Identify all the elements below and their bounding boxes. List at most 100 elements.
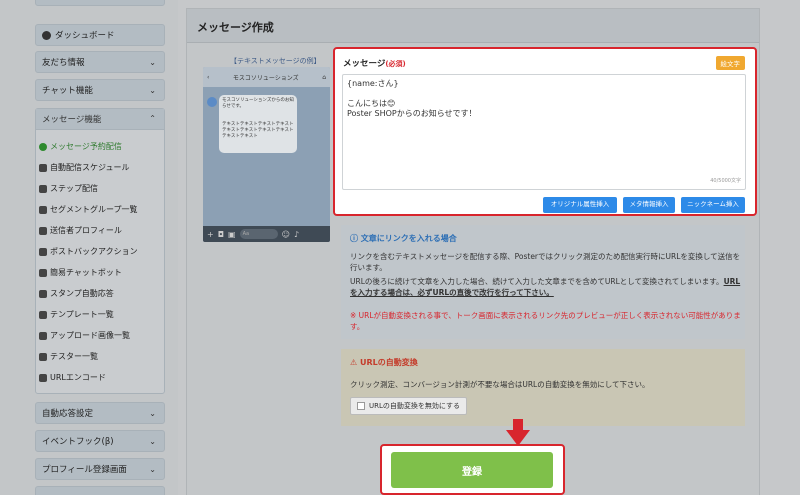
sidebar-subitem-schedule[interactable]: 自動配信スケジュール	[39, 162, 129, 173]
sidebar-item-friends[interactable]: 友だち情報 ⌄	[35, 51, 165, 73]
insert-original-attr-button[interactable]: オリジナル属性挿入	[543, 197, 617, 213]
dashboard-icon	[42, 30, 51, 40]
sidebar-item-chat[interactable]: チャット機能 ⌄	[35, 79, 165, 101]
chat-bubble: テキストテキストテキストテキストテキストテキストテキストテキストテキストテキスト	[219, 119, 297, 153]
message-editor: メッセージ(必須) 絵文字 {name:さん} こんにちは😊 Poster SH…	[333, 47, 757, 216]
message-text: {name:さん} こんにちは😊 Poster SHOPからのお知らせです！	[347, 79, 477, 118]
url-info-text: クリック測定、コンバージョン計測が不要な場合はURLの自動変換を無効にして下さい…	[350, 380, 650, 389]
avatar	[207, 97, 217, 107]
mic-icon: ♪	[293, 229, 300, 239]
sidebar-subitem-label: セグメントグループ一覧	[50, 205, 138, 214]
layers-icon	[39, 310, 47, 319]
sidebar-subitem-upload[interactable]: アップロード画像一覧	[39, 330, 130, 341]
sidebar-item-label: イベントフック(β)	[42, 437, 114, 447]
sidebar-search[interactable]	[35, 0, 165, 6]
user-circle-icon	[39, 226, 47, 235]
phone-input: Aa	[239, 229, 278, 239]
phone-preview: ‹ モスコソリューションズ ⌂ モスコソリューションズからのお知らせです。 テキ…	[203, 67, 330, 242]
link-info-text2: URLの後ろに続けて文章を入力した場合、続けて入力した文章までを含めてURLとし…	[350, 276, 742, 298]
message-label: メッセージ(必須)	[343, 57, 406, 69]
sitemap-icon	[39, 184, 47, 193]
char-counter: 40/5000文字	[710, 178, 741, 184]
sidebar-item-event-hook[interactable]: イベントフック(β) ⌄	[35, 430, 165, 452]
warning-icon: ⚠	[350, 358, 360, 367]
sidebar-subitem-label: 簡易チャットボット	[50, 268, 122, 277]
calendar-icon	[39, 163, 47, 172]
checkbox[interactable]	[357, 402, 365, 410]
users-icon	[39, 205, 47, 214]
chevron-down-icon: ⌄	[149, 409, 156, 418]
image-icon: ▣	[228, 229, 236, 239]
bubble-text: モスコソリューションズからのお知らせです。	[222, 98, 294, 109]
sidebar-item-more[interactable]	[35, 486, 165, 495]
stamp-icon	[39, 289, 47, 298]
phone-input-bar: + ◘ ▣ Aa ☺ ♪	[203, 226, 330, 242]
preview-caption: 【テキストメッセージの例】	[230, 57, 321, 65]
register-highlight: 登録	[380, 444, 565, 495]
register-button[interactable]: 登録	[391, 452, 553, 488]
sidebar-subitem-step[interactable]: ステップ配信	[39, 183, 98, 194]
sidebar-subitem-urlencode[interactable]: URLエンコード	[39, 372, 106, 383]
emoji-button[interactable]: 絵文字	[715, 56, 745, 70]
sidebar-item-label: ダッシュボード	[55, 31, 115, 41]
sidebar-subitem-label: ステップ配信	[50, 184, 98, 193]
sidebar-subitem-chatbot[interactable]: 簡易チャットボット	[39, 267, 122, 278]
bubble-text: テキストテキストテキストテキストテキストテキストテキストテキストテキストテキスト	[222, 122, 294, 139]
message-textarea[interactable]: {name:さん} こんにちは😊 Poster SHOPからのお知らせです！ 40…	[342, 74, 746, 190]
link-info-warning: ※ URLが自動変換される事で、トーク画面に表示されるリンク先のプレビューが正し…	[350, 311, 741, 331]
link-info-text1: リンクを含むテキストメッセージを配信する際、Posterではクリック測定のため配…	[350, 252, 741, 272]
sidebar-subitem-label: メッセージ予約配信	[50, 142, 122, 151]
users-icon	[39, 352, 47, 361]
robot-icon	[39, 247, 47, 256]
sidebar-subitem-label: テンプレート一覧	[50, 310, 114, 319]
insert-meta-button[interactable]: メタ情報挿入	[623, 197, 675, 213]
sidebar-subitem-label: 自動配信スケジュール	[50, 163, 130, 172]
sidebar-item-label: 友だち情報	[42, 58, 85, 68]
sidebar-item-dashboard[interactable]: ダッシュボード	[35, 24, 165, 46]
link-icon	[39, 373, 47, 382]
camera-icon: ◘	[217, 229, 225, 239]
sidebar-item-label: 自動応答設定	[42, 409, 94, 419]
sidebar-subitem-label: URLエンコード	[50, 373, 106, 382]
sidebar-subitem-postback[interactable]: ポストバックアクション	[39, 246, 138, 257]
url-disable-checkbox[interactable]: URLの自動変換を無効にする	[350, 397, 467, 415]
home-icon: ⌂	[322, 73, 326, 81]
sidebar-item-profile[interactable]: プロフィール登録画面 ⌄	[35, 458, 165, 480]
phone-header: ‹ モスコソリューションズ ⌂	[203, 67, 330, 87]
sidebar-subitem-segment[interactable]: セグメントグループ一覧	[39, 204, 138, 215]
sidebar-subitem-label: テスター一覧	[50, 352, 98, 361]
sidebar-subitem-tester[interactable]: テスター一覧	[39, 351, 98, 362]
chevron-down-icon: ⌄	[149, 86, 156, 95]
sidebar-subitem-reserved[interactable]: メッセージ予約配信	[39, 141, 122, 152]
sidebar-subitem-label: アップロード画像一覧	[50, 331, 130, 340]
sidebar: ダッシュボード 友だち情報 ⌄ チャット機能 ⌄ メッセージ機能 ⌃ メッセージ…	[0, 0, 178, 495]
page-title: メッセージ作成	[187, 9, 759, 43]
chevron-up-icon: ⌃	[149, 114, 156, 123]
sidebar-item-message[interactable]: メッセージ機能 ⌃	[36, 109, 164, 130]
chevron-down-icon: ⌄	[149, 465, 156, 474]
chevron-down-icon: ⌄	[149, 58, 156, 67]
url-info-heading-text: URLの自動変換	[359, 358, 418, 367]
arrow-down-icon	[506, 419, 530, 446]
checkbox-label: URLの自動変換を無効にする	[369, 402, 460, 410]
link-info-panel: ⓘ 文章にリンクを入れる場合 リンクを含むテキストメッセージを配信する際、Pos…	[341, 225, 745, 339]
sidebar-subitem-stamp[interactable]: スタンプ自動応答	[39, 288, 114, 299]
message-label-text: メッセージ	[343, 59, 386, 69]
chevron-down-icon: ⌄	[149, 437, 156, 446]
plus-icon: +	[207, 229, 214, 239]
sidebar-item-label: プロフィール登録画面	[42, 465, 127, 475]
info-icon: ⓘ	[350, 234, 361, 243]
sidebar-item-label: メッセージ機能	[42, 115, 102, 125]
smile-icon: ☺	[281, 229, 290, 239]
image-icon	[39, 331, 47, 340]
sidebar-subitem-sender[interactable]: 送信者プロフィール	[39, 225, 122, 236]
link-info-heading-text: 文章にリンクを入れる場合	[360, 234, 457, 243]
sidebar-subitem-label: ポストバックアクション	[50, 247, 138, 256]
sidebar-item-auto-reply[interactable]: 自動応答設定 ⌄	[35, 402, 165, 424]
link-info-heading: ⓘ 文章にリンクを入れる場合	[350, 233, 457, 244]
url-info-panel: ⚠ URLの自動変換 クリック測定、コンバージョン計測が不要な場合はURLの自動…	[341, 349, 745, 426]
sidebar-subitem-template[interactable]: テンプレート一覧	[39, 309, 114, 320]
insert-nickname-button[interactable]: ニックネーム挿入	[681, 197, 745, 213]
sidebar-group-message: メッセージ機能 ⌃ メッセージ予約配信 自動配信スケジュール ステップ配信 セグ…	[35, 108, 165, 394]
sidebar-item-label: チャット機能	[42, 86, 93, 96]
